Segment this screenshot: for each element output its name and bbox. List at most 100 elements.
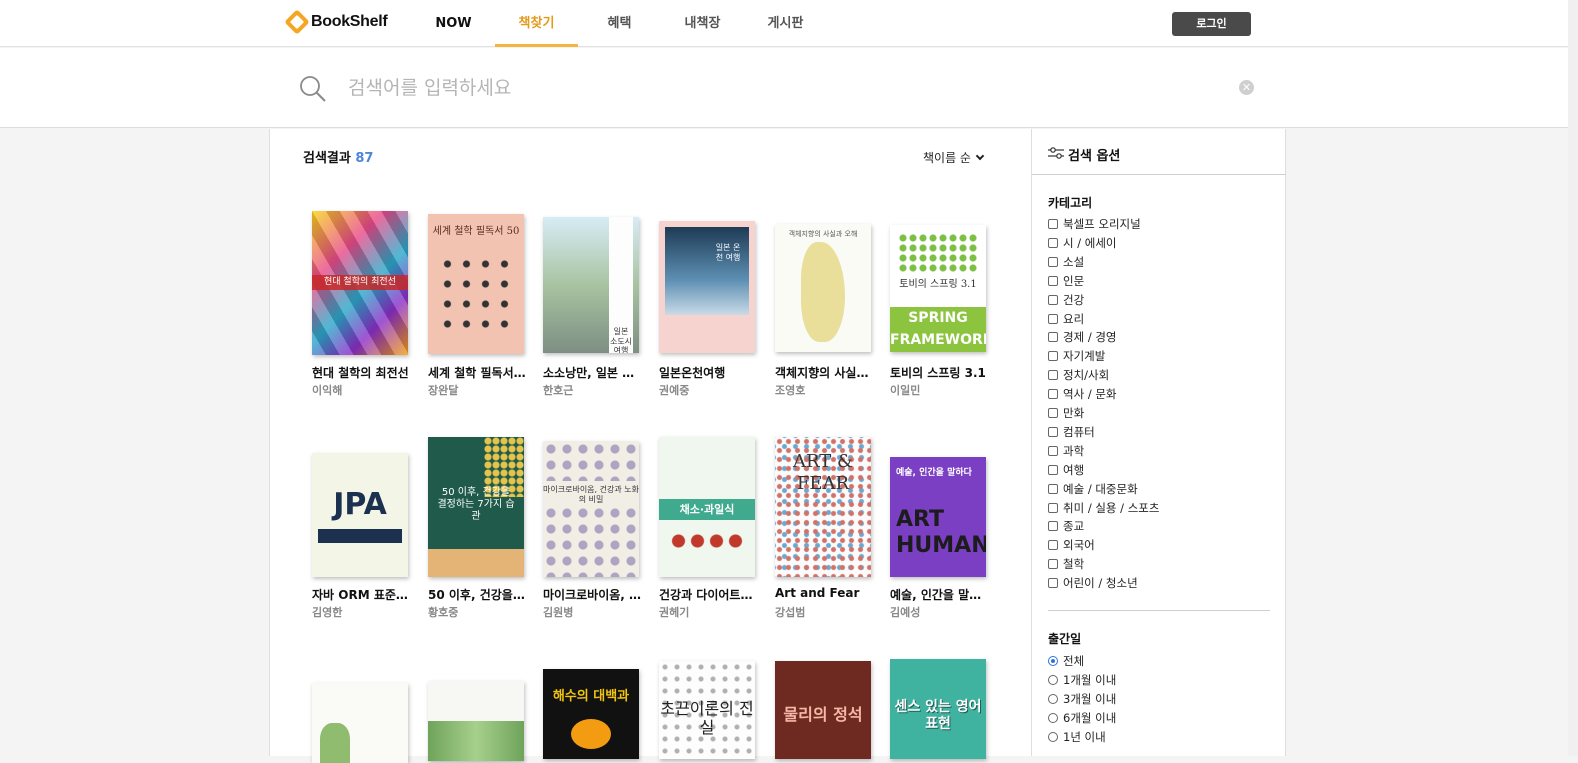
category-option[interactable]: 소설 xyxy=(1048,253,1084,271)
nav-now[interactable]: NOW xyxy=(412,0,495,47)
nav-benefits[interactable]: 혜택 xyxy=(578,0,661,47)
page-scrollbar[interactable] xyxy=(1568,0,1578,756)
category-option[interactable]: 외국어 xyxy=(1048,536,1095,554)
date-option[interactable]: 1년 이내 xyxy=(1048,728,1106,746)
sort-label: 책이름 순 xyxy=(923,151,971,165)
sort-dropdown[interactable]: 책이름 순 xyxy=(923,149,985,166)
checkbox[interactable] xyxy=(1048,294,1058,305)
radio-button[interactable] xyxy=(1048,731,1058,742)
category-option[interactable]: 예술 / 대중문화 xyxy=(1048,480,1138,498)
checkbox[interactable] xyxy=(1048,445,1058,456)
book-cover: 객체지향의 사실과 오해 xyxy=(775,224,871,352)
date-option[interactable]: 3개월 이내 xyxy=(1048,690,1116,708)
top-navbar: BookShelf NOW 책찾기 혜택 내책장 게시판 로그인 xyxy=(0,0,1568,47)
checkbox[interactable] xyxy=(1048,521,1058,532)
category-label: 예술 / 대중문화 xyxy=(1063,481,1138,496)
nav-board[interactable]: 게시판 xyxy=(744,0,827,47)
nav-book-search[interactable]: 책찾기 xyxy=(495,0,578,47)
book-cover: 50 이후, 건강을 결정하는 7가지 습관 xyxy=(428,437,524,577)
date-option[interactable]: 전체 xyxy=(1048,652,1084,670)
cover-text: 현대 철학의 최전선 xyxy=(312,275,408,290)
search-bar: ✕ xyxy=(0,48,1568,128)
search-input[interactable] xyxy=(348,70,1218,106)
radio-button[interactable] xyxy=(1048,693,1058,704)
date-option[interactable]: 6개월 이내 xyxy=(1048,709,1116,727)
category-label: 역사 / 문화 xyxy=(1063,387,1117,402)
book-cover: 물리의 정석 xyxy=(775,661,871,759)
results-panel: 검색결과 87 책이름 순 현대 철학의 최전선 현대 철학의 최전선 이익해 … xyxy=(269,129,1032,763)
category-option[interactable]: 건강 xyxy=(1048,291,1084,309)
cover-text: ART & FEAR xyxy=(793,451,853,494)
category-option[interactable]: 종교 xyxy=(1048,517,1084,535)
date-option[interactable]: 1개월 이내 xyxy=(1048,671,1116,689)
category-label: 경제 / 경영 xyxy=(1063,330,1117,345)
book-title: Art and Fear xyxy=(775,586,860,600)
cover-text: 일본 온천 여행 xyxy=(715,243,741,262)
category-label: 취미 / 실용 / 스포츠 xyxy=(1063,500,1160,515)
category-option[interactable]: 자기계발 xyxy=(1048,347,1105,365)
cover-text: 50 이후, 건강을 결정하는 7가지 습관 xyxy=(437,487,515,522)
book-title: 예술, 인간을 말하다 xyxy=(890,588,990,602)
cover-text: 객체지향의 사실과 오해 xyxy=(788,230,858,238)
category-label: 만화 xyxy=(1063,406,1085,420)
logo[interactable]: BookShelf xyxy=(284,9,388,35)
category-option[interactable]: 취미 / 실용 / 스포츠 xyxy=(1048,499,1159,517)
category-option[interactable]: 여행 xyxy=(1048,461,1084,479)
cover-text: 초끈이론의 진실 xyxy=(660,699,754,738)
checkbox[interactable] xyxy=(1048,237,1058,248)
checkbox[interactable] xyxy=(1048,483,1058,494)
category-option[interactable]: 북셀프 오리지널 xyxy=(1048,215,1141,233)
cover-text: JPA xyxy=(333,487,387,522)
nav-my-bookshelf[interactable]: 내책장 xyxy=(661,0,744,47)
category-option[interactable]: 인문 xyxy=(1048,272,1084,290)
checkbox[interactable] xyxy=(1048,578,1058,589)
checkbox[interactable] xyxy=(1048,426,1058,437)
checkbox[interactable] xyxy=(1048,540,1058,551)
book-cover: 토비의 스프링 3.1 SPRING FRAMEWORK xyxy=(890,225,986,352)
category-option[interactable]: 정치/사회 xyxy=(1048,366,1109,384)
category-label: 소설 xyxy=(1063,254,1085,269)
category-option[interactable]: 과학 xyxy=(1048,442,1084,460)
checkbox[interactable] xyxy=(1048,275,1058,286)
book-author: 황호중 xyxy=(428,606,459,619)
category-option[interactable]: 경제 / 경영 xyxy=(1048,328,1117,346)
date-label: 3개월 이내 xyxy=(1063,691,1117,706)
cover-text: 센스 있는 영어표현 xyxy=(894,699,982,732)
book-author: 강섭범 xyxy=(775,606,806,619)
book-author: 이익해 xyxy=(312,384,343,397)
clear-search-icon[interactable]: ✕ xyxy=(1239,80,1254,95)
checkbox[interactable] xyxy=(1048,256,1058,267)
radio-button[interactable] xyxy=(1048,674,1058,685)
category-option[interactable]: 컴퓨터 xyxy=(1048,423,1095,441)
checkbox[interactable] xyxy=(1048,351,1058,362)
checkbox[interactable] xyxy=(1048,389,1058,400)
checkbox[interactable] xyxy=(1048,502,1058,513)
login-button[interactable]: 로그인 xyxy=(1172,12,1251,36)
checkbox[interactable] xyxy=(1048,313,1058,324)
checkbox[interactable] xyxy=(1048,370,1058,381)
checkbox[interactable] xyxy=(1048,559,1058,570)
category-label: 종교 xyxy=(1063,519,1085,534)
category-option[interactable]: 만화 xyxy=(1048,404,1084,422)
search-icon[interactable] xyxy=(299,75,327,103)
checkbox[interactable] xyxy=(1048,464,1058,475)
book-title: 소소낭만, 일본 소도시 여행 xyxy=(543,366,643,380)
radio-button[interactable] xyxy=(1048,712,1058,723)
cover-text: ART HUMAN xyxy=(896,507,986,559)
checkbox[interactable] xyxy=(1048,408,1058,418)
category-label: 어린이 / 청소년 xyxy=(1063,576,1138,591)
checkbox[interactable] xyxy=(1048,332,1058,343)
category-option[interactable]: 역사 / 문화 xyxy=(1048,385,1117,403)
category-option[interactable]: 철학 xyxy=(1048,555,1084,573)
category-option[interactable]: 어린이 / 청소년 xyxy=(1048,574,1138,592)
category-option[interactable]: 시 / 에세이 xyxy=(1048,234,1117,252)
radio-button[interactable] xyxy=(1048,656,1058,666)
checkbox[interactable] xyxy=(1048,219,1058,229)
chevron-down-icon xyxy=(975,151,985,160)
category-option[interactable]: 요리 xyxy=(1048,310,1084,328)
category-label: 외국어 xyxy=(1063,538,1095,553)
result-count: 87 xyxy=(355,151,374,166)
book-cover: 현대 철학의 최전선 xyxy=(312,211,408,355)
date-label: 1년 이내 xyxy=(1063,729,1106,744)
filter-header: 검색 옵션 xyxy=(1032,129,1286,175)
